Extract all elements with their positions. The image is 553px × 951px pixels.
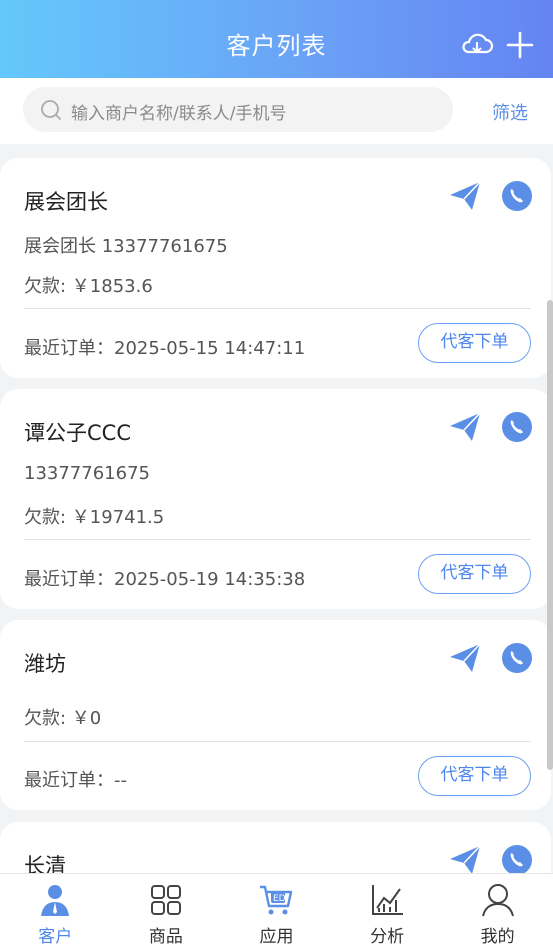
place-order-button[interactable]: 代客下单 <box>418 554 531 594</box>
send-icon[interactable] <box>448 180 482 212</box>
customer-card[interactable]: 展会团长 展会团长 13377761675 欠款: ￥1853.6 最近订单：2… <box>0 158 551 378</box>
send-icon[interactable] <box>448 642 482 674</box>
tab-products[interactable]: 商品 <box>111 874 222 951</box>
customer-card[interactable]: 潍坊 欠款: ￥0 最近订单：-- 代客下单 <box>0 620 551 810</box>
phone-icon[interactable] <box>502 181 532 211</box>
customer-name: 潍坊 <box>24 652 66 676</box>
customer-name: 展会团长 <box>24 190 108 214</box>
phone-icon[interactable] <box>502 412 532 442</box>
tab-analysis[interactable]: 分析 <box>332 874 443 951</box>
filter-button[interactable]: 筛选 <box>492 99 528 125</box>
cloud-sync-icon[interactable] <box>459 28 495 60</box>
tab-mine[interactable]: 我的 <box>442 874 553 951</box>
search-bar: 输入商户名称/联系人/手机号 筛选 <box>0 78 553 144</box>
customer-debt: 欠款: ￥1853.6 <box>24 276 153 297</box>
bottom-tab-bar: 客户 商品 ED 应用 分析 我的 <box>0 873 553 951</box>
phone-icon[interactable] <box>502 845 532 875</box>
recent-order: 最近订单：2025-05-15 14:47:11 <box>24 338 306 359</box>
customer-contact: 展会团长 13377761675 <box>24 236 228 257</box>
tab-label: 客户 <box>38 927 73 947</box>
place-order-button[interactable]: 代客下单 <box>418 756 531 796</box>
customer-card[interactable]: 谭公子CCC 13377761675 欠款: ￥19741.5 最近订单：202… <box>0 389 551 609</box>
add-customer-button[interactable] <box>506 31 534 59</box>
tab-label: 我的 <box>480 927 515 947</box>
profile-icon <box>481 884 514 917</box>
app-header: 客户列表 <box>0 0 553 78</box>
phone-icon[interactable] <box>502 643 532 673</box>
place-order-button[interactable]: 代客下单 <box>418 323 531 363</box>
recent-order: 最近订单：-- <box>24 770 127 791</box>
customer-debt: 欠款: ￥19741.5 <box>24 507 165 528</box>
send-icon[interactable] <box>448 411 482 443</box>
recent-order: 最近订单：2025-05-19 14:35:38 <box>24 569 306 590</box>
search-input[interactable]: 输入商户名称/联系人/手机号 <box>23 87 453 132</box>
chart-icon <box>372 885 404 915</box>
grid-icon <box>150 885 181 915</box>
search-placeholder: 输入商户名称/联系人/手机号 <box>71 104 287 124</box>
divider <box>24 539 531 540</box>
user-icon <box>41 885 70 916</box>
customer-contact: 13377761675 <box>24 463 150 484</box>
send-icon[interactable] <box>448 844 482 876</box>
customer-debt: 欠款: ￥0 <box>24 708 102 729</box>
tab-label: 商品 <box>148 927 183 947</box>
tab-apps[interactable]: ED 应用 <box>221 874 332 951</box>
tab-label: 分析 <box>370 927 405 947</box>
cart-icon: ED <box>260 885 293 915</box>
scrollbar[interactable] <box>547 300 553 770</box>
tab-label: 应用 <box>259 927 294 947</box>
svg-text:ED: ED <box>273 894 286 904</box>
divider <box>24 741 531 742</box>
search-icon <box>41 100 61 120</box>
divider <box>24 308 531 309</box>
tab-customers[interactable]: 客户 <box>0 874 111 951</box>
customer-name: 谭公子CCC <box>24 421 131 445</box>
